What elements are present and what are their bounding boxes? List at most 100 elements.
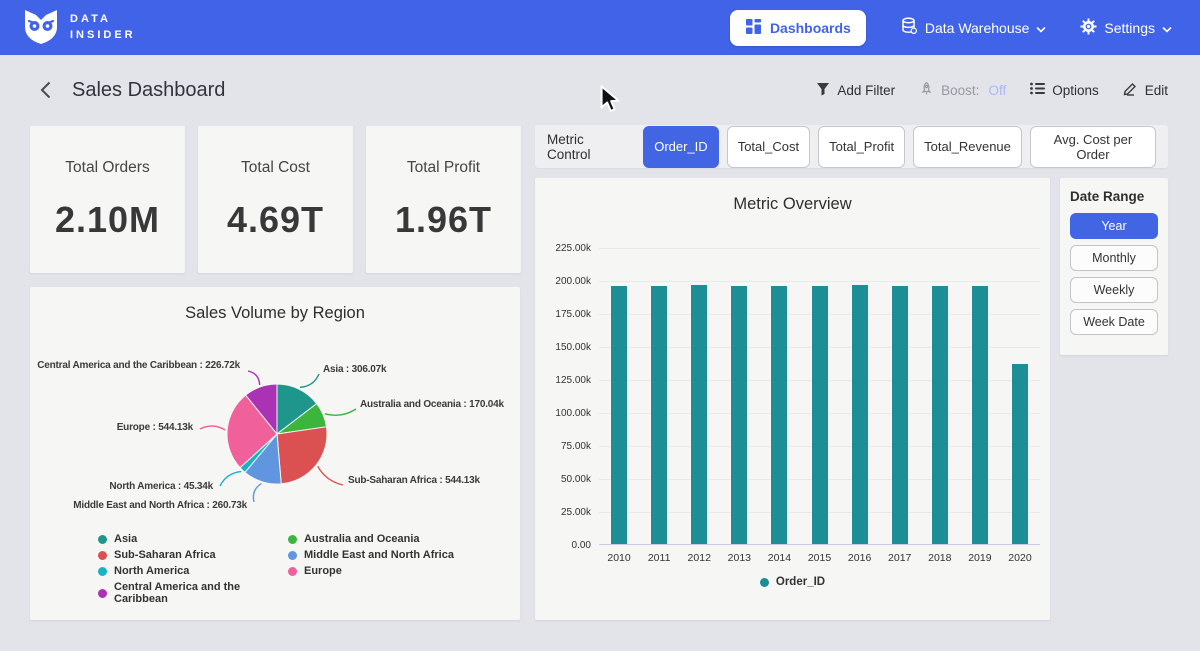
bar-2010[interactable] xyxy=(611,286,627,544)
pie-label-sub-saharan-africa: Sub-Saharan Africa : 544.13k xyxy=(348,475,480,486)
bar-2012[interactable] xyxy=(691,285,707,544)
legend-label: Australia and Oceania xyxy=(304,533,420,545)
bar-slot-2010[interactable] xyxy=(599,247,639,544)
bar-xtick: 2011 xyxy=(639,552,679,564)
date-range-option-week-date[interactable]: Week Date xyxy=(1070,309,1158,335)
bar-chart-title: Metric Overview xyxy=(535,178,1050,214)
pie-slice-sub-saharan-africa[interactable] xyxy=(277,427,327,484)
bar-ytick: 75.00k xyxy=(561,441,591,452)
legend-item-australia-and-oceania[interactable]: Australia and Oceania xyxy=(288,533,454,545)
pie-connector xyxy=(325,409,356,415)
gear-icon xyxy=(1080,18,1097,38)
bar-2011[interactable] xyxy=(651,286,667,544)
bar-slot-2012[interactable] xyxy=(679,247,719,544)
bar-slot-2011[interactable] xyxy=(639,247,679,544)
bar-xtick: 2015 xyxy=(799,552,839,564)
boost-label: Boost: xyxy=(941,83,979,98)
pie-connector xyxy=(220,472,241,486)
page-title: Sales Dashboard xyxy=(72,79,225,102)
pie-connector xyxy=(318,466,343,485)
metric-control-bar: Metric Control Order_IDTotal_CostTotal_P… xyxy=(535,125,1168,168)
bar-slot-2013[interactable] xyxy=(719,247,759,544)
settings-label: Settings xyxy=(1104,20,1155,36)
metric-option-order-id[interactable]: Order_ID xyxy=(643,126,718,168)
pie-connector xyxy=(300,374,319,387)
pie-legend-column: Asia Sub-Saharan Africa North America Centr… xyxy=(98,533,288,605)
date-range-option-monthly[interactable]: Monthly xyxy=(1070,245,1158,271)
date-range-option-weekly[interactable]: Weekly xyxy=(1070,277,1158,303)
legend-item-middle-east-and-north-africa[interactable]: Middle East and North Africa xyxy=(288,549,454,561)
add-filter-button[interactable]: Add Filter xyxy=(816,82,895,99)
bar-2015[interactable] xyxy=(812,286,828,544)
bar-2013[interactable] xyxy=(731,286,747,544)
pie-chart[interactable]: Asia : 306.07kAustralia and Oceania : 17… xyxy=(30,326,520,531)
kpi-value: 2.10M xyxy=(55,199,160,241)
bar-2017[interactable] xyxy=(892,286,908,544)
dashboards-icon xyxy=(745,18,762,38)
legend-item-north-america[interactable]: North America xyxy=(98,565,288,577)
metric-option-avg-cost-per-order[interactable]: Avg. Cost per Order xyxy=(1030,126,1156,168)
bar-xtick: 2020 xyxy=(1000,552,1040,564)
bar-slot-2019[interactable] xyxy=(960,247,1000,544)
bar-xtick: 2013 xyxy=(719,552,759,564)
filter-funnel-icon xyxy=(816,82,830,99)
bar-legend-label: Order_ID xyxy=(776,576,825,588)
page-header: Sales Dashboard Add Filter Boost: Off xyxy=(0,55,1200,125)
legend-dot xyxy=(98,589,107,598)
bar-slot-2018[interactable] xyxy=(920,247,960,544)
edit-button[interactable]: Edit xyxy=(1123,81,1168,99)
bar-xtick: 2019 xyxy=(960,552,1000,564)
bar-xtick: 2016 xyxy=(840,552,880,564)
bar-slot-2014[interactable] xyxy=(759,247,799,544)
legend-dot xyxy=(288,551,297,560)
bar-2019[interactable] xyxy=(972,286,988,544)
date-range-option-year[interactable]: Year xyxy=(1070,213,1158,239)
bar-xlabels: 2010201120122013201420152016201720182019… xyxy=(599,552,1040,564)
brand-text: DATA INSIDER xyxy=(70,12,136,44)
kpi-card-total-profit: Total Profit1.96T xyxy=(366,126,521,273)
pie-connector xyxy=(253,484,261,502)
bar-ytick: 200.00k xyxy=(555,276,591,287)
bar-slot-2015[interactable] xyxy=(799,247,839,544)
bar-xtick: 2017 xyxy=(880,552,920,564)
data-warehouse-menu[interactable]: Data Warehouse xyxy=(900,17,1047,38)
pie-legend-column: Australia and Oceania Middle East and Nor… xyxy=(288,533,454,605)
kpi-label: Total Cost xyxy=(241,159,310,177)
legend-item-asia[interactable]: Asia xyxy=(98,533,288,545)
bar-2014[interactable] xyxy=(771,286,787,544)
boost-toggle[interactable]: Boost: Off xyxy=(919,81,1006,99)
bar-xtick: 2010 xyxy=(599,552,639,564)
brand-line1: DATA xyxy=(70,12,136,28)
pie-connector xyxy=(200,426,225,430)
date-range-buttons: Year Monthly Weekly Week Date xyxy=(1070,213,1158,335)
legend-item-central-america-and-the-caribbean[interactable]: Central America and the Caribbean xyxy=(98,581,288,605)
pie-label-central-america-and-the-caribbean: Central America and the Caribbean : 226.… xyxy=(37,360,240,371)
kpi-card-total-orders: Total Orders2.10M xyxy=(30,126,185,273)
metric-option-total-cost[interactable]: Total_Cost xyxy=(727,126,810,168)
legend-label: Middle East and North Africa xyxy=(304,549,454,561)
kpi-row: Total Orders2.10M Total Cost 4.69T Total Pr… xyxy=(30,126,521,273)
back-button[interactable] xyxy=(32,77,58,103)
rocket-icon xyxy=(919,81,934,99)
bar-slot-2016[interactable] xyxy=(840,247,880,544)
pie-label-europe: Europe : 544.13k xyxy=(117,422,193,433)
settings-menu[interactable]: Settings xyxy=(1080,18,1172,38)
bar-2016[interactable] xyxy=(852,285,868,544)
bar-plot[interactable] xyxy=(599,248,1040,545)
legend-item-europe[interactable]: Europe xyxy=(288,565,454,577)
kpi-value: 4.69T xyxy=(227,199,324,241)
brand[interactable]: DATA INSIDER xyxy=(22,5,136,50)
edit-label: Edit xyxy=(1145,83,1168,98)
metric-option-total-profit[interactable]: Total_Profit xyxy=(818,126,905,168)
options-button[interactable]: Options xyxy=(1030,82,1099,98)
legend-dot xyxy=(98,551,107,560)
date-range-card: Date Range YearMonthlyWeeklyWeek Date xyxy=(1060,178,1168,355)
dashboards-button[interactable]: Dashboards xyxy=(730,10,866,46)
bar-slot-2017[interactable] xyxy=(880,247,920,544)
legend-item-sub-saharan-africa[interactable]: Sub-Saharan Africa xyxy=(98,549,288,561)
metric-option-total-revenue[interactable]: Total_Revenue xyxy=(913,126,1022,168)
bar-slot-2020[interactable] xyxy=(1000,247,1040,544)
boost-value: Off xyxy=(988,83,1006,98)
bar-2018[interactable] xyxy=(932,286,948,544)
bar-2020[interactable] xyxy=(1012,364,1028,544)
